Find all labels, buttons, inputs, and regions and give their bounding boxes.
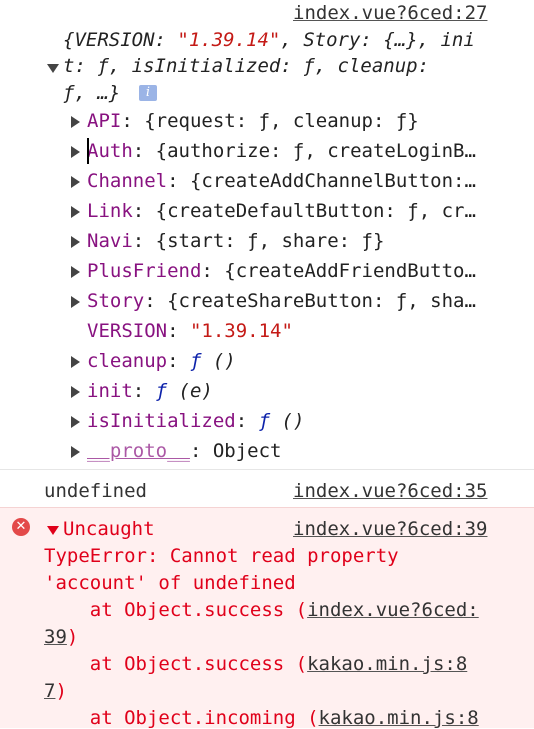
- expand-triangle-icon[interactable]: [71, 236, 80, 248]
- expand-triangle-icon[interactable]: [71, 116, 80, 128]
- expand-triangle-icon[interactable]: [71, 356, 80, 368]
- source-link[interactable]: index.vue?6ced:39: [293, 518, 487, 540]
- property-value: : {authorize: ƒ, createLoginB…: [132, 140, 476, 162]
- collapse-triangle-icon[interactable]: [47, 64, 59, 73]
- stack-link[interactable]: 39: [44, 626, 67, 648]
- function-value: ƒ (): [189, 350, 236, 372]
- object-summary: {VERSION: "1.39.14", Story: {…}, ini: [63, 29, 475, 51]
- property-key: Story: [87, 290, 145, 312]
- property-value: : {createDefaultButton: ƒ, cr…: [132, 200, 476, 222]
- expand-triangle-icon[interactable]: [71, 296, 80, 308]
- property-row[interactable]: cleanup: ƒ (): [87, 350, 236, 372]
- property-value: : {start: ƒ, share: ƒ}: [132, 230, 385, 252]
- property-value: :: [167, 320, 190, 342]
- property-value: : {createShareButton: ƒ, sha…: [144, 290, 476, 312]
- property-key: API: [87, 110, 122, 132]
- expand-triangle-icon[interactable]: [71, 176, 80, 188]
- property-row[interactable]: PlusFriend: {createAddFriendButto…: [87, 260, 476, 282]
- property-key: Auth: [87, 140, 133, 162]
- expand-triangle-icon[interactable]: [71, 386, 80, 398]
- object-summary[interactable]: t: ƒ, isInitialized: ƒ, cleanup:: [63, 55, 429, 77]
- error-message: 'account' of undefined: [44, 572, 296, 594]
- property-row[interactable]: VERSION: "1.39.14": [87, 320, 293, 342]
- property-key: PlusFriend: [87, 260, 202, 282]
- property-value: :: [132, 380, 156, 402]
- property-key: Navi: [87, 230, 133, 252]
- error-label[interactable]: Uncaught: [63, 518, 155, 540]
- property-key: cleanup: [87, 350, 168, 372]
- expand-triangle-icon[interactable]: [71, 416, 80, 428]
- property-key: Link: [87, 200, 133, 222]
- stack-link[interactable]: index.vue?6ced:: [307, 599, 479, 621]
- expand-triangle-icon[interactable]: [71, 146, 80, 158]
- property-value: :: [235, 410, 259, 432]
- stack-link[interactable]: kakao.min.js:8: [307, 653, 467, 675]
- expand-triangle-icon[interactable]: [71, 206, 80, 218]
- function-value: ƒ (): [258, 410, 305, 432]
- error-message: TypeError: Cannot read property: [44, 545, 399, 567]
- property-row[interactable]: Auth: {authorize: ƒ, createLoginB…: [87, 140, 476, 162]
- property-value: : {createAddFriendButto…: [201, 260, 476, 282]
- function-value: ƒ (e): [155, 380, 213, 402]
- stack-frame: at Object.success (index.vue?6ced:: [44, 599, 479, 621]
- property-row[interactable]: API: {request: ƒ, cleanup: ƒ}: [87, 110, 419, 132]
- property-value: : {request: ƒ, cleanup: ƒ}: [121, 110, 419, 132]
- stack-link[interactable]: 7: [44, 680, 55, 702]
- property-key: Channel: [87, 170, 168, 192]
- object-summary: ƒ, …}: [63, 82, 121, 104]
- property-row[interactable]: isInitialized: ƒ (): [87, 410, 304, 432]
- stack-link[interactable]: kakao.min.js:8: [319, 707, 479, 729]
- property-row[interactable]: __proto__: Object: [87, 440, 281, 462]
- property-value: : Object: [189, 440, 282, 462]
- property-key: VERSION: [87, 320, 168, 342]
- stack-frame: at Object.incoming (kakao.min.js:8: [44, 707, 479, 729]
- stack-frame: at Object.success (kakao.min.js:8: [44, 653, 468, 675]
- property-row[interactable]: Story: {createShareButton: ƒ, sha…: [87, 290, 476, 312]
- property-row[interactable]: Channel: {createAddChannelButton:…: [87, 170, 476, 192]
- error-icon: ✕: [12, 518, 30, 536]
- text-cursor: [87, 138, 89, 164]
- property-value: : {createAddChannelButton:…: [167, 170, 476, 192]
- property-value: :: [167, 350, 190, 372]
- property-key: __proto__: [87, 440, 190, 462]
- expand-triangle-icon[interactable]: [71, 266, 80, 278]
- property-row[interactable]: Navi: {start: ƒ, share: ƒ}: [87, 230, 384, 252]
- expand-triangle-icon[interactable]: [47, 526, 59, 535]
- source-link[interactable]: index.vue?6ced:35: [293, 480, 487, 502]
- stack-frame: 39): [44, 626, 79, 648]
- expand-triangle-icon[interactable]: [71, 446, 80, 458]
- property-row[interactable]: init: ƒ (e): [87, 380, 213, 402]
- source-link[interactable]: index.vue?6ced:27: [293, 2, 487, 24]
- property-row[interactable]: Link: {createDefaultButton: ƒ, cr…: [87, 200, 476, 222]
- stack-frame: 7): [44, 680, 67, 702]
- return-value: undefined: [44, 480, 147, 502]
- info-icon[interactable]: i: [139, 85, 157, 101]
- property-key: init: [87, 380, 133, 402]
- string-value: "1.39.14": [189, 320, 293, 342]
- property-key: isInitialized: [87, 410, 236, 432]
